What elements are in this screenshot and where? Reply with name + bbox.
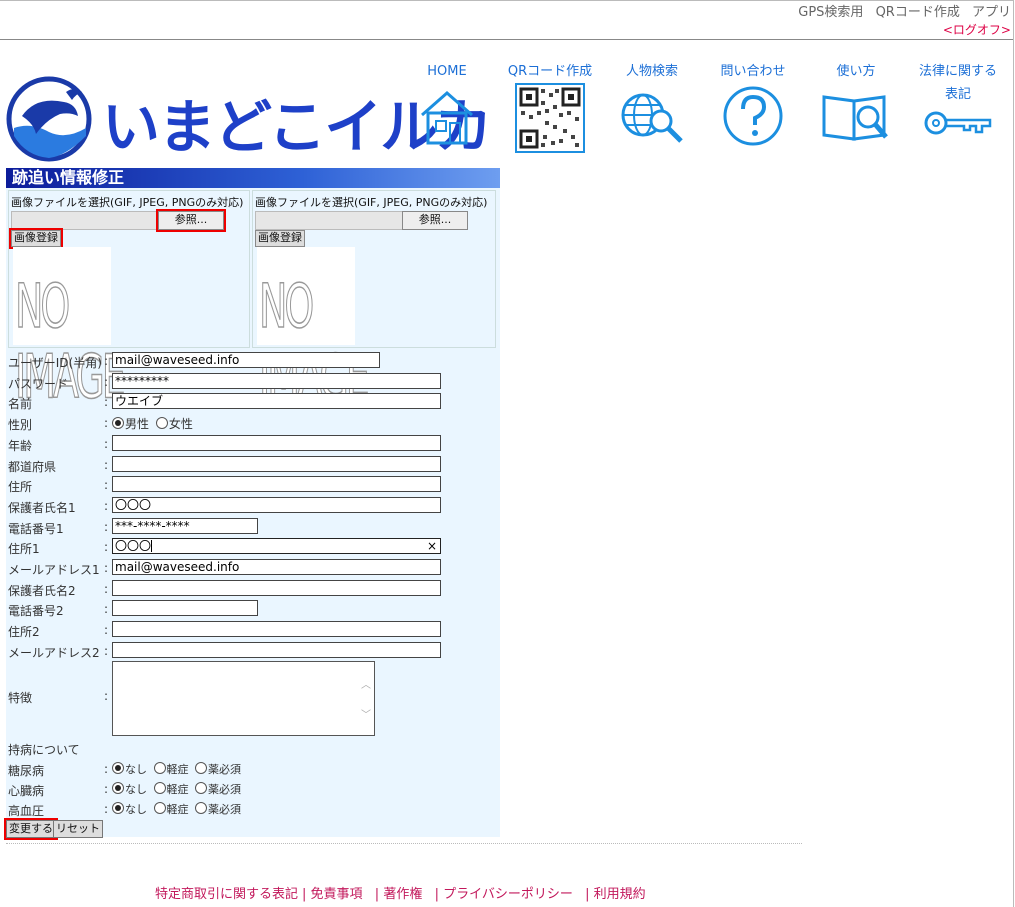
- prefecture-input[interactable]: [112, 456, 441, 472]
- no-image-placeholder-2: NO IMAGE: [257, 247, 370, 413]
- top-links: GPS検索用 QRコード作成 アプリ: [790, 1, 1011, 20]
- password-input[interactable]: *********: [112, 373, 441, 389]
- file-path-field-2[interactable]: [255, 211, 403, 230]
- nav-legal[interactable]: 法律に関する 表記: [910, 60, 1006, 140]
- textarea-scrollbar[interactable]: ︿ ﹀: [358, 662, 374, 735]
- nav-how-to[interactable]: 使い方: [816, 60, 896, 147]
- reset-button[interactable]: リセット: [53, 820, 103, 838]
- clear-input-icon[interactable]: ×: [427, 539, 437, 553]
- key-icon: [924, 111, 992, 135]
- logoff-link[interactable]: <ログオフ>: [943, 21, 1011, 38]
- blood-pressure-options: なし 軽症 薬必須: [112, 801, 241, 817]
- scroll-up-icon[interactable]: ︿: [361, 676, 371, 691]
- submit-change-button[interactable]: 変更する: [4, 818, 58, 840]
- image-upload-1: 画像ファイルを選択(GIF, JPEG, PNGのみ対応) 参照... 画像登録…: [8, 190, 250, 413]
- browse-button-1[interactable]: 参照...: [156, 209, 226, 232]
- heart-mild-radio[interactable]: [153, 782, 166, 794]
- nav-legal-label2: 表記: [944, 87, 971, 102]
- footer-divider: [6, 843, 802, 844]
- user-id-input[interactable]: mail@waveseed.info: [112, 352, 380, 368]
- guardian2-name-input[interactable]: [112, 580, 441, 596]
- footer-link-terms[interactable]: 利用規約: [594, 887, 646, 902]
- image-register-button-2[interactable]: 画像登録: [255, 230, 305, 247]
- footer-link-disclaimer[interactable]: 免責事項: [311, 887, 363, 902]
- diabetes-mild-radio[interactable]: [153, 762, 166, 774]
- nav-qr-label: QRコード作成: [507, 64, 593, 79]
- image-caption-1: 画像ファイルを選択(GIF, JPEG, PNGのみ対応): [11, 196, 244, 209]
- bp-none-radio[interactable]: [112, 802, 124, 814]
- nav-qr[interactable]: QRコード作成: [500, 60, 600, 153]
- bp-medication-radio[interactable]: [195, 802, 207, 814]
- email2-input[interactable]: [112, 642, 441, 658]
- dolphin-logo-icon: [6, 76, 92, 162]
- address-input[interactable]: [112, 476, 441, 492]
- form-title: 跡追い情報修正: [6, 168, 500, 188]
- image-register-button-1[interactable]: 画像登録: [9, 228, 63, 249]
- file-path-field-1[interactable]: [11, 211, 159, 230]
- nav-home-label: HOME: [427, 64, 467, 79]
- nav-contact-label: 問い合わせ: [720, 64, 786, 79]
- gender-male-radio[interactable]: [112, 417, 124, 429]
- guardian1-name-input[interactable]: 〇〇〇: [112, 497, 441, 513]
- edit-form-panel: 跡追い情報修正 画像ファイルを選択(GIF, JPEG, PNGのみ対応) 参照…: [4, 168, 500, 840]
- no-image-placeholder-1: NO IMAGE: [13, 247, 126, 413]
- home-icon: [421, 91, 473, 145]
- phone1-input[interactable]: ***-****-****: [112, 518, 258, 534]
- footer-link-privacy[interactable]: プライバシーポリシー: [443, 887, 573, 902]
- footer-link-commerce[interactable]: 特定商取引に関する表記: [155, 887, 298, 902]
- diabetes-medication-radio[interactable]: [195, 762, 207, 774]
- scroll-down-icon[interactable]: ﹀: [361, 706, 371, 721]
- gender-female-radio[interactable]: [155, 417, 168, 429]
- age-input[interactable]: [112, 435, 441, 451]
- site-logo[interactable]: いまどこイルカ: [6, 74, 493, 164]
- address2-input[interactable]: [112, 621, 441, 637]
- qr-code-icon: [515, 83, 585, 153]
- header-divider: [0, 39, 1013, 40]
- address1-input[interactable]: 〇〇〇 ×: [112, 538, 441, 554]
- browse-button-2[interactable]: 参照...: [402, 211, 468, 230]
- nav-home[interactable]: HOME: [412, 60, 482, 147]
- question-icon: [723, 86, 783, 146]
- gender-options: 男性 女性: [112, 415, 193, 432]
- right-border: [1013, 0, 1014, 907]
- image-upload-2: 画像ファイルを選択(GIF, JPEG, PNGのみ対応) 参照... 画像登録…: [252, 190, 496, 413]
- top-link-app[interactable]: アプリ: [972, 5, 1011, 20]
- footer-link-copyright[interactable]: 著作権: [383, 887, 422, 902]
- nav-person-search-label: 人物検索: [625, 64, 678, 79]
- heart-medication-radio[interactable]: [195, 782, 207, 794]
- globe-search-icon: [621, 93, 683, 143]
- top-link-gps[interactable]: GPS検索用: [798, 5, 863, 20]
- email1-input[interactable]: mail@waveseed.info: [112, 559, 441, 575]
- top-link-qr[interactable]: QRコード作成: [876, 5, 960, 20]
- features-textarea[interactable]: ︿ ﹀: [112, 661, 375, 736]
- nav-how-to-label: 使い方: [836, 64, 876, 79]
- footer-links: 特定商取引に関する表記 | 免責事項 | 著作権 | プライバシーポリシー | 利…: [155, 887, 646, 902]
- phone2-input[interactable]: [112, 600, 258, 616]
- name-input[interactable]: ウエイブ: [112, 393, 441, 409]
- nav-legal-label: 法律に関する: [918, 64, 997, 79]
- diabetes-none-radio[interactable]: [112, 762, 124, 774]
- book-search-icon: [822, 95, 888, 141]
- nav-person-search[interactable]: 人物検索: [612, 60, 692, 147]
- nav-contact[interactable]: 問い合わせ: [710, 60, 796, 147]
- bp-mild-radio[interactable]: [153, 802, 166, 814]
- heart-options: なし 軽症 薬必須: [112, 781, 241, 797]
- diabetes-options: なし 軽症 薬必須: [112, 761, 241, 777]
- heart-none-radio[interactable]: [112, 782, 124, 794]
- image-caption-2: 画像ファイルを選択(GIF, JPEG, PNGのみ対応): [255, 196, 488, 209]
